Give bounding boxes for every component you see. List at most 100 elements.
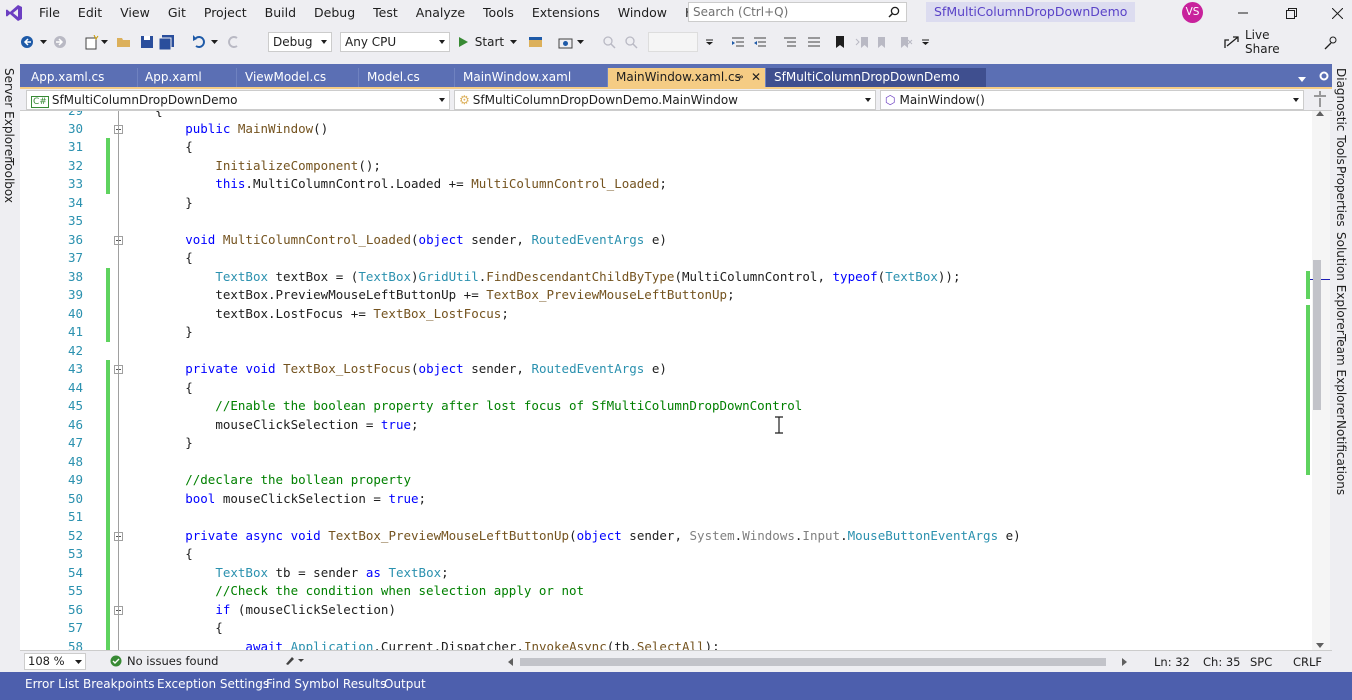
pin-icon[interactable]: ⊸ xyxy=(735,68,743,87)
toolbar-overflow-icon[interactable] xyxy=(704,31,714,53)
save-button[interactable] xyxy=(138,31,156,53)
clear-bookmarks-button[interactable] xyxy=(898,31,914,53)
error-list-tab[interactable]: Error List xyxy=(25,677,79,691)
menu-edit[interactable]: Edit xyxy=(69,2,111,24)
tab-list-dropdown-icon[interactable] xyxy=(1298,72,1306,86)
code-line[interactable]: 54 TextBox tb = sender as TextBox; xyxy=(20,563,1312,582)
code-line[interactable]: 38 TextBox textBox = (TextBox)GridUtil.F… xyxy=(20,267,1312,286)
account-avatar[interactable]: VS xyxy=(1182,2,1203,23)
solution-configurations-combo[interactable]: Debug xyxy=(268,32,332,52)
output-tab[interactable]: Output xyxy=(384,677,426,691)
issues-indicator[interactable]: No issues found xyxy=(110,654,218,668)
menu-window[interactable]: Window xyxy=(609,2,676,24)
code-line[interactable]: 51 xyxy=(20,508,1312,527)
code-line[interactable]: 39 textBox.PreviewMouseLeftButtonUp += T… xyxy=(20,286,1312,305)
type-dropdown[interactable]: ⚙ SfMultiColumnDropDownDemo.MainWindow xyxy=(454,90,876,110)
code-cleanup-icon[interactable] xyxy=(284,654,306,669)
code-line[interactable]: 55 //Check the condition when selection … xyxy=(20,582,1312,601)
code-line[interactable]: 53 { xyxy=(20,545,1312,564)
menu-project[interactable]: Project xyxy=(195,2,256,24)
scroll-up-icon[interactable] xyxy=(1316,111,1324,116)
code-line[interactable]: 48 xyxy=(20,452,1312,471)
scroll-left-icon[interactable] xyxy=(508,658,513,666)
back-dropdown-icon[interactable] xyxy=(38,31,48,53)
code-line[interactable]: 52 private async void TextBox_PreviewMou… xyxy=(20,526,1312,545)
code-line[interactable]: 40 textBox.LostFocus += TextBox_LostFocu… xyxy=(20,304,1312,323)
tab-mainwindow-xaml-cs[interactable]: MainWindow.xaml.cs ⊸ ✕ xyxy=(608,68,766,87)
new-dropdown-icon[interactable] xyxy=(100,31,108,53)
solution-platforms-combo[interactable]: Any CPU xyxy=(340,32,450,52)
code-line[interactable]: 41 } xyxy=(20,323,1312,342)
code-line[interactable]: 50 bool mouseClickSelection = true; xyxy=(20,489,1312,508)
undo-dropdown-icon[interactable] xyxy=(210,31,218,53)
menu-build[interactable]: Build xyxy=(256,2,305,24)
settings-gear-icon[interactable] xyxy=(1318,70,1330,85)
zoom-in-button[interactable] xyxy=(600,31,618,53)
find-symbol-results-tab[interactable]: Find Symbol Results xyxy=(266,677,386,691)
project-dropdown[interactable]: C# SfMultiColumnDropDownDemo xyxy=(26,90,450,110)
menu-git[interactable]: Git xyxy=(159,2,195,24)
uncomment-button[interactable] xyxy=(806,31,822,53)
save-all-button[interactable] xyxy=(158,31,176,53)
line-ending-status[interactable]: CRLF xyxy=(1293,655,1322,669)
new-project-button[interactable] xyxy=(82,31,100,53)
screenshot-dropdown-icon[interactable] xyxy=(576,31,584,53)
start-debugging-button[interactable]: Start xyxy=(457,31,517,53)
code-line[interactable]: 36 void MultiColumnControl_Loaded(object… xyxy=(20,231,1312,250)
code-line[interactable]: 45 //Enable the boolean property after l… xyxy=(20,397,1312,416)
code-line[interactable]: 56 if (mouseClickSelection) xyxy=(20,600,1312,619)
menu-analyze[interactable]: Analyze xyxy=(407,2,474,24)
menu-tools[interactable]: Tools xyxy=(474,2,523,24)
zoom-level-combo[interactable]: 108 % xyxy=(24,653,86,670)
whitespace-status[interactable]: SPC xyxy=(1250,655,1272,669)
solution-explorer-tab[interactable]: Solution Explorer xyxy=(1334,232,1348,335)
search-input[interactable]: Search (Ctrl+Q) xyxy=(688,2,907,22)
tab-app-xaml[interactable]: App.xaml xyxy=(137,68,237,87)
code-line[interactable]: 42 xyxy=(20,342,1312,361)
toolbar-overflow-icon-2[interactable] xyxy=(920,31,930,53)
toggle-bookmark-button[interactable] xyxy=(832,31,848,53)
breakpoints-tab[interactable]: Breakpoints xyxy=(83,677,154,691)
outdent-button[interactable] xyxy=(752,31,768,53)
diagnostic-tools-tab[interactable]: Diagnostic Tools xyxy=(1334,68,1348,165)
code-line[interactable]: 44 { xyxy=(20,378,1312,397)
menu-view[interactable]: View xyxy=(111,2,159,24)
code-line[interactable]: 30 public MainWindow() xyxy=(20,120,1312,139)
vertical-scrollbar-thumb[interactable] xyxy=(1313,260,1321,410)
screenshot-button[interactable] xyxy=(556,31,574,53)
close-window-button[interactable] xyxy=(1315,0,1352,26)
minimize-button[interactable] xyxy=(1221,0,1265,26)
feedback-button[interactable] xyxy=(1322,31,1340,53)
next-bookmark-button[interactable] xyxy=(876,31,892,53)
navigate-forward-button[interactable] xyxy=(52,31,68,53)
line-number-status[interactable]: Ln: 32 xyxy=(1154,655,1190,669)
code-line[interactable]: 32 InitializeComponent(); xyxy=(20,156,1312,175)
properties-tab[interactable]: Properties xyxy=(1334,166,1348,227)
menu-file[interactable]: File xyxy=(30,2,69,24)
code-line[interactable]: 43 private void TextBox_LostFocus(object… xyxy=(20,360,1312,379)
scroll-right-icon[interactable] xyxy=(1122,658,1127,666)
tab-viewmodel-cs[interactable]: ViewModel.cs xyxy=(237,68,359,87)
format-document-button[interactable] xyxy=(730,31,746,53)
previous-bookmark-button[interactable] xyxy=(854,31,870,53)
column-number-status[interactable]: Ch: 35 xyxy=(1203,655,1240,669)
team-explorer-tab[interactable]: Team Explorer xyxy=(1334,334,1348,420)
tab-app-xaml-cs[interactable]: App.xaml.cs xyxy=(23,68,138,87)
split-window-icon[interactable] xyxy=(1314,90,1330,110)
member-dropdown[interactable]: ⬡ MainWindow() xyxy=(880,90,1304,110)
tab-sfmulticolumndropdowndemo[interactable]: SfMultiColumnDropDownDemo xyxy=(766,68,986,87)
code-editor[interactable]: 29 { 30 public MainWindow()31 {32 Initia… xyxy=(20,111,1312,650)
notifications-tab[interactable]: Notifications xyxy=(1334,420,1348,495)
code-line[interactable]: 57 { xyxy=(20,619,1312,638)
code-line[interactable]: 34 } xyxy=(20,194,1312,213)
server-explorer-tab[interactable]: Server Explorer xyxy=(2,68,16,161)
open-file-button[interactable] xyxy=(115,31,133,53)
live-share-button[interactable]: Live Share xyxy=(1224,28,1304,56)
code-line[interactable]: 46 mouseClickSelection = true; xyxy=(20,415,1312,434)
code-line[interactable]: 31 { xyxy=(20,138,1312,157)
close-tab-icon[interactable]: ✕ xyxy=(751,68,761,87)
undo-button[interactable] xyxy=(190,31,208,53)
comment-button[interactable] xyxy=(782,31,798,53)
zoom-combo[interactable] xyxy=(648,32,698,52)
code-line[interactable]: 58 await Application.Current.Dispatcher.… xyxy=(20,637,1312,650)
